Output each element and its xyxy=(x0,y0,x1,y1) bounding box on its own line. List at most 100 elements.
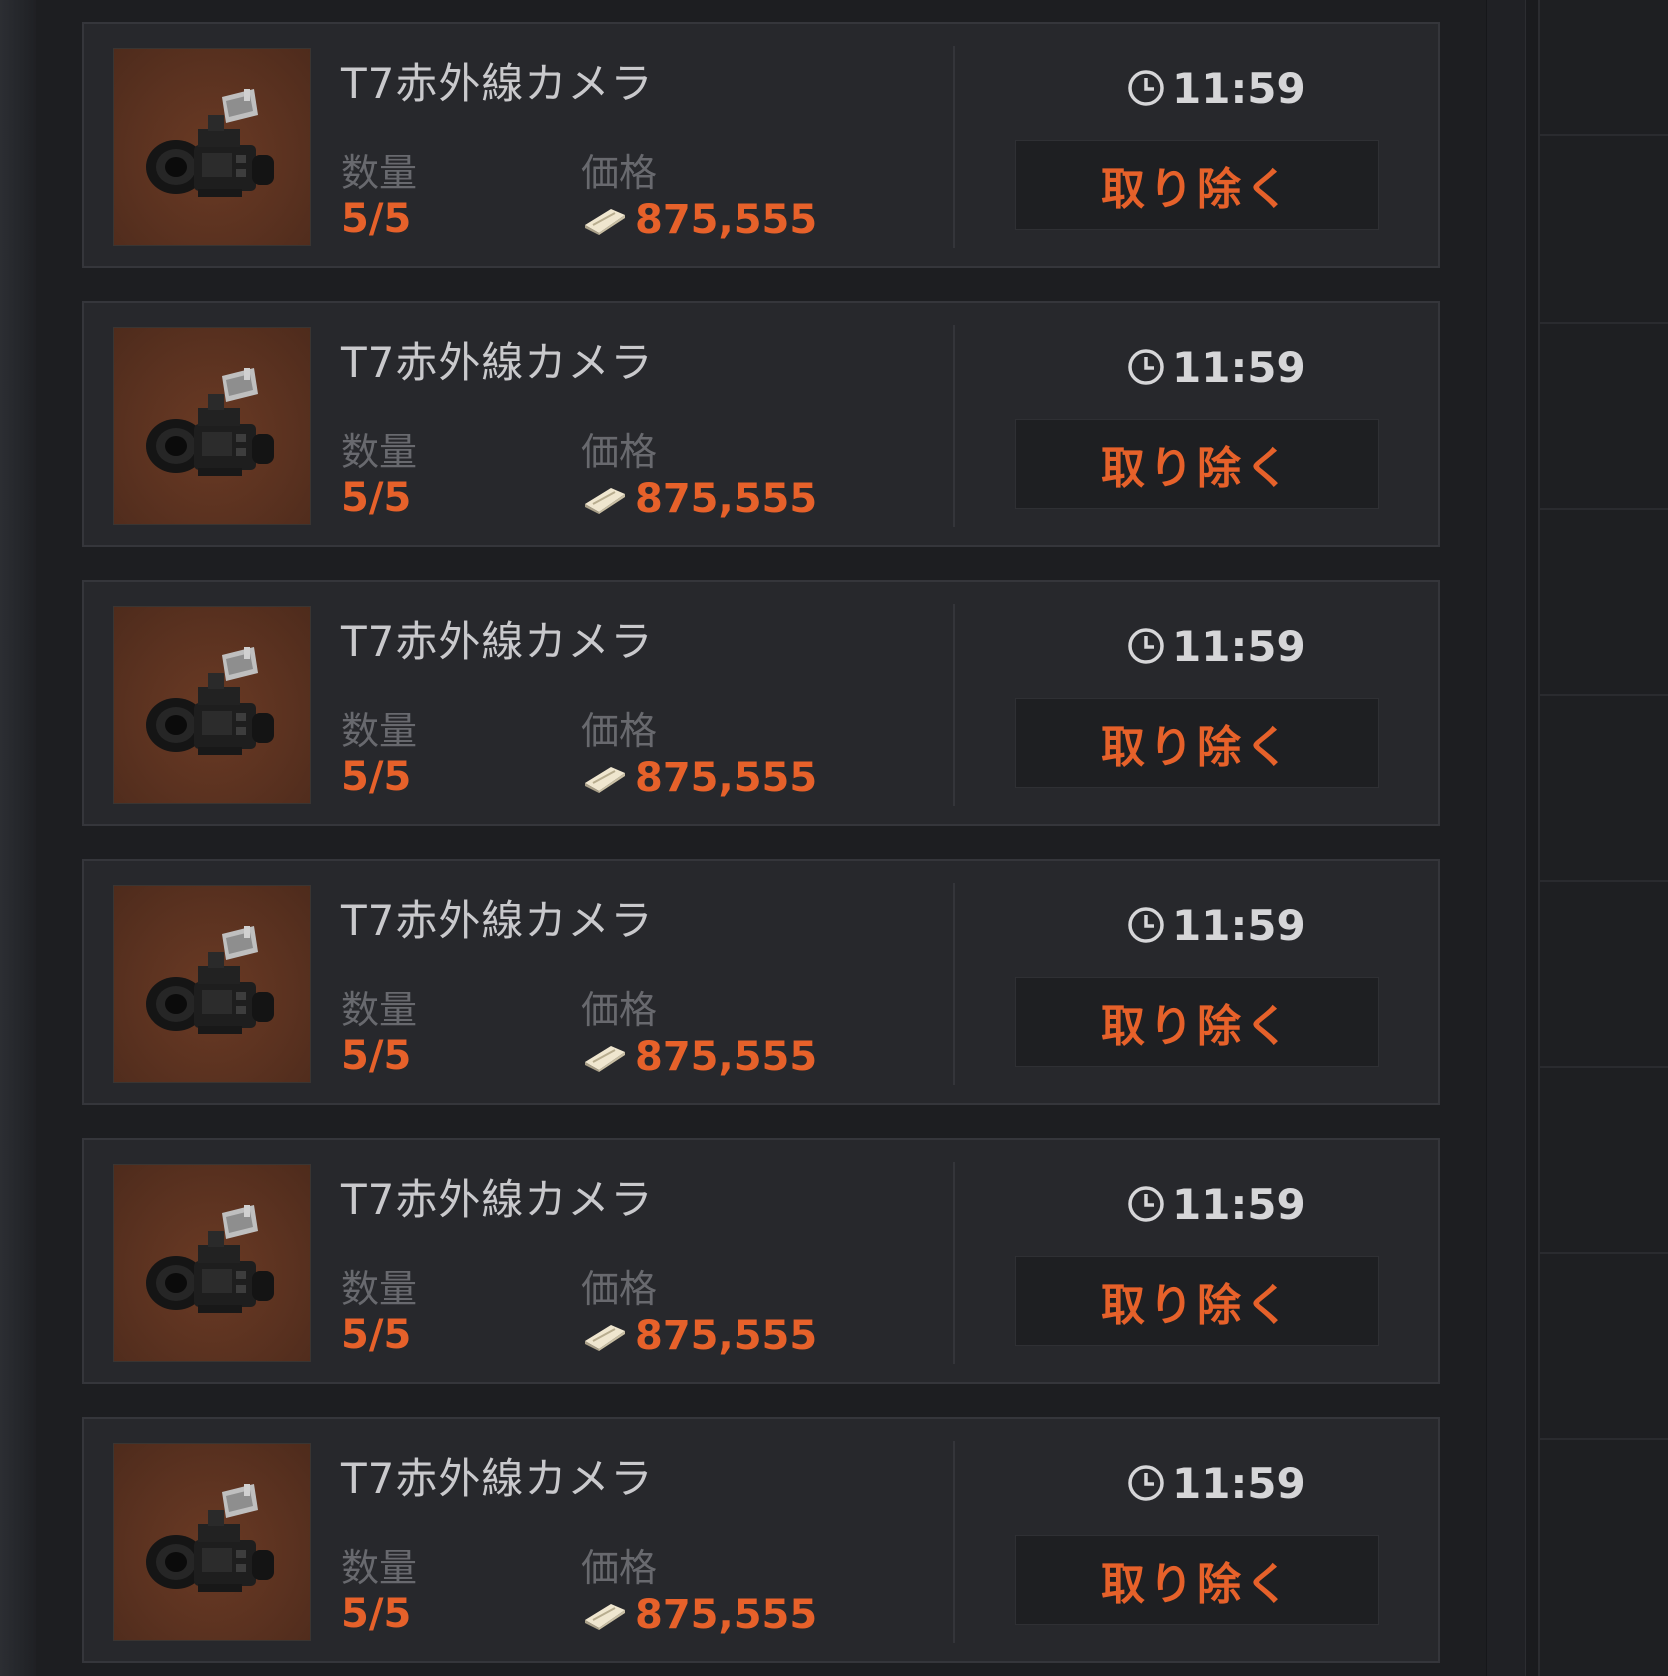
panel-divider xyxy=(1540,1252,1668,1254)
item-thumbnail[interactable] xyxy=(113,327,311,525)
price-value: 875,555 xyxy=(635,755,818,801)
time-remaining: 11:59 xyxy=(1126,63,1306,113)
item-name: T7赤外線カメラ xyxy=(341,59,654,108)
cash-icon xyxy=(585,488,625,514)
time-remaining-value: 11:59 xyxy=(1172,63,1306,113)
panel-divider xyxy=(1540,322,1668,324)
price-label: 価格 xyxy=(581,988,658,1032)
listing-card[interactable]: T7赤外線カメラ 数量 価格 5/5 875,555 11:59 取り除く xyxy=(82,580,1440,826)
clock-icon xyxy=(1128,1465,1164,1501)
item-name: T7赤外線カメラ xyxy=(341,896,654,945)
item-thumbnail[interactable] xyxy=(113,606,311,804)
time-remaining-value: 11:59 xyxy=(1172,900,1306,950)
quantity-value: 5/5 xyxy=(341,1312,412,1358)
panel-divider xyxy=(1540,508,1668,510)
time-remaining-value: 11:59 xyxy=(1172,342,1306,392)
left-panel-edge xyxy=(0,0,36,1676)
price-label: 価格 xyxy=(581,1546,658,1590)
item-thumbnail[interactable] xyxy=(113,1443,311,1641)
item-thumbnail[interactable] xyxy=(113,885,311,1083)
panel-divider xyxy=(1540,134,1668,136)
remove-button-label: 取り除く xyxy=(1101,1001,1293,1052)
time-remaining: 11:59 xyxy=(1126,621,1306,671)
remove-button[interactable]: 取り除く xyxy=(1015,1535,1379,1625)
clock-icon xyxy=(1128,70,1164,106)
item-name: T7赤外線カメラ xyxy=(341,338,654,387)
remove-button-label: 取り除く xyxy=(1101,164,1293,215)
listing-card[interactable]: T7赤外線カメラ 数量 価格 5/5 875,555 11:59 取り除く xyxy=(82,1417,1440,1663)
price-row: 875,555 xyxy=(581,1033,817,1081)
clock-icon xyxy=(1128,628,1164,664)
infrared-camera-icon xyxy=(146,368,274,476)
listing-card[interactable]: T7赤外線カメラ 数量 価格 5/5 875,555 11:59 取り除く xyxy=(82,301,1440,547)
remove-button[interactable]: 取り除く xyxy=(1015,977,1379,1067)
item-thumbnail[interactable] xyxy=(113,48,311,246)
infrared-camera-icon xyxy=(146,926,274,1034)
card-divider xyxy=(953,46,955,248)
price-value: 875,555 xyxy=(635,476,818,522)
card-divider xyxy=(953,1441,955,1643)
item-name: T7赤外線カメラ xyxy=(341,617,654,666)
cash-icon xyxy=(585,1325,625,1351)
remove-button[interactable]: 取り除く xyxy=(1015,419,1379,509)
clock-icon xyxy=(1128,349,1164,385)
quantity-value: 5/5 xyxy=(341,196,412,242)
price-row: 875,555 xyxy=(581,1312,817,1360)
card-divider xyxy=(953,883,955,1085)
remove-button-label: 取り除く xyxy=(1101,1559,1293,1610)
remove-button-label: 取り除く xyxy=(1101,1280,1293,1331)
card-divider xyxy=(953,1162,955,1364)
scrollbar-track[interactable] xyxy=(1486,0,1526,1676)
remove-button[interactable]: 取り除く xyxy=(1015,140,1379,230)
quantity-value: 5/5 xyxy=(341,1033,412,1079)
time-remaining: 11:59 xyxy=(1126,900,1306,950)
cash-icon xyxy=(585,1604,625,1630)
time-remaining: 11:59 xyxy=(1126,342,1306,392)
price-label: 価格 xyxy=(581,709,658,753)
time-remaining-value: 11:59 xyxy=(1172,1458,1306,1508)
item-name: T7赤外線カメラ xyxy=(341,1175,654,1224)
remove-button-label: 取り除く xyxy=(1101,722,1293,773)
clock-icon xyxy=(1128,1186,1164,1222)
item-thumbnail[interactable] xyxy=(113,1164,311,1362)
listing-card[interactable]: T7赤外線カメラ 数量 価格 5/5 875,555 11:59 取り除く xyxy=(82,22,1440,268)
card-divider xyxy=(953,604,955,806)
listing-card[interactable]: T7赤外線カメラ 数量 価格 5/5 875,555 11:59 取り除く xyxy=(82,1138,1440,1384)
panel-divider xyxy=(1540,1066,1668,1068)
quantity-label: 数量 xyxy=(341,430,418,474)
price-row: 875,555 xyxy=(581,1591,817,1639)
infrared-camera-icon xyxy=(146,647,274,755)
price-value: 875,555 xyxy=(635,1313,818,1359)
infrared-camera-icon xyxy=(146,89,274,197)
clock-icon xyxy=(1128,907,1164,943)
card-divider xyxy=(953,325,955,527)
remove-button[interactable]: 取り除く xyxy=(1015,1256,1379,1346)
remove-button[interactable]: 取り除く xyxy=(1015,698,1379,788)
quantity-value: 5/5 xyxy=(341,1591,412,1637)
price-label: 価格 xyxy=(581,151,658,195)
cash-icon xyxy=(585,1046,625,1072)
cash-icon xyxy=(585,209,625,235)
panel-divider xyxy=(1540,1438,1668,1440)
panel-divider xyxy=(1540,880,1668,882)
listing-card[interactable]: T7赤外線カメラ 数量 価格 5/5 875,555 11:59 取り除く xyxy=(82,859,1440,1105)
quantity-label: 数量 xyxy=(341,151,418,195)
quantity-value: 5/5 xyxy=(341,754,412,800)
quantity-label: 数量 xyxy=(341,709,418,753)
price-row: 875,555 xyxy=(581,196,817,244)
time-remaining: 11:59 xyxy=(1126,1458,1306,1508)
panel-divider xyxy=(1540,694,1668,696)
price-row: 875,555 xyxy=(581,475,817,523)
quantity-label: 数量 xyxy=(341,988,418,1032)
time-remaining-value: 11:59 xyxy=(1172,621,1306,671)
infrared-camera-icon xyxy=(146,1205,274,1313)
quantity-value: 5/5 xyxy=(341,475,412,521)
infrared-camera-icon xyxy=(146,1484,274,1592)
item-name: T7赤外線カメラ xyxy=(341,1454,654,1503)
price-value: 875,555 xyxy=(635,1592,818,1638)
price-label: 価格 xyxy=(581,1267,658,1311)
price-value: 875,555 xyxy=(635,197,818,243)
quantity-label: 数量 xyxy=(341,1546,418,1590)
price-row: 875,555 xyxy=(581,754,817,802)
price-value: 875,555 xyxy=(635,1034,818,1080)
